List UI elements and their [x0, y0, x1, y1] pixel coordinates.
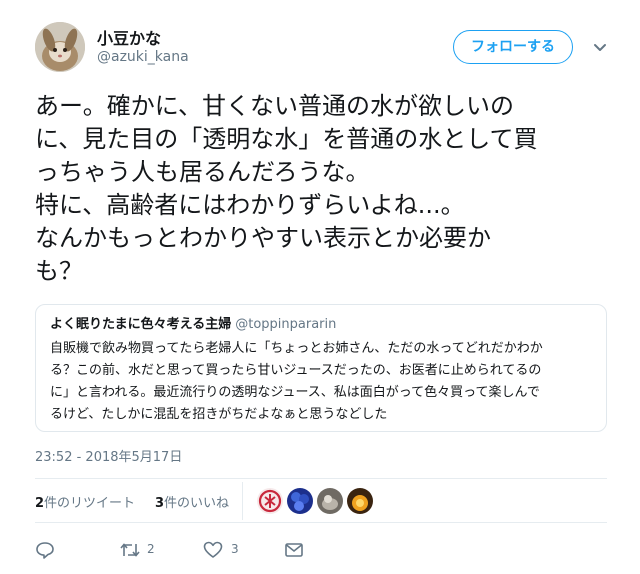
tweet-timestamp[interactable]: 23:52 - 2018年5月17日: [35, 446, 182, 465]
liker-avatar[interactable]: [317, 488, 343, 514]
retweets-stat[interactable]: 2件のリツイート: [35, 492, 135, 511]
reply-icon: [36, 542, 54, 559]
quoted-user-handle: @toppinpararin: [235, 317, 337, 332]
divider: [35, 478, 607, 479]
retweet-icon: [120, 543, 140, 557]
follow-button[interactable]: フォローする: [453, 30, 573, 64]
stats-separator: [242, 482, 243, 520]
like-icon: [203, 541, 223, 558]
avatar-image: [35, 22, 85, 72]
retweet-button[interactable]: 2: [119, 538, 179, 562]
divider: [35, 522, 607, 523]
reply-button[interactable]: [35, 538, 75, 562]
quoted-tweet[interactable]: よく眠りたまに色々考える主婦 @toppinpararin 自販機で飲み物買ってた…: [35, 304, 607, 432]
liker-avatar[interactable]: [287, 488, 313, 514]
quoted-tweet-header: よく眠りたまに色々考える主婦 @toppinpararin: [50, 316, 592, 334]
likes-stat[interactable]: 3件のいいね: [155, 492, 229, 511]
retweets-stat-count: 2: [35, 496, 45, 511]
engagement-stats: 2件のリツイート 3件のいいね: [35, 482, 607, 520]
likes-stat-count: 3: [155, 496, 165, 511]
direct-message-button[interactable]: [284, 538, 314, 562]
quoted-tweet-text: 自販機で飲み物買ってたら老婦人に「ちょっとお姉さん、ただの水ってどれだかわか る…: [50, 341, 543, 422]
tweet-header: 小豆かな @azuki_kana フォローする: [35, 22, 610, 74]
user-display-name[interactable]: 小豆かな: [97, 25, 161, 49]
user-avatar[interactable]: [35, 22, 85, 72]
retweet-count: 2: [147, 542, 155, 556]
user-handle[interactable]: @azuki_kana: [97, 49, 189, 65]
likes-stat-label: 件のいいね: [164, 496, 230, 511]
caret-down-icon[interactable]: [591, 38, 609, 56]
message-icon: [285, 543, 303, 557]
tweet-text: あー。確かに、甘くない普通の水が欲しいの に、見た目の「透明な水」を普通の水とし…: [35, 92, 538, 285]
liker-avatar[interactable]: [347, 488, 373, 514]
tweet-actions: 2 3: [35, 538, 607, 564]
like-button[interactable]: 3: [203, 538, 263, 562]
quoted-user-name: よく眠りたまに色々考える主婦: [50, 317, 232, 332]
liker-avatar[interactable]: [257, 488, 283, 514]
like-count: 3: [231, 542, 239, 556]
retweets-stat-label: 件のリツイート: [44, 496, 136, 511]
